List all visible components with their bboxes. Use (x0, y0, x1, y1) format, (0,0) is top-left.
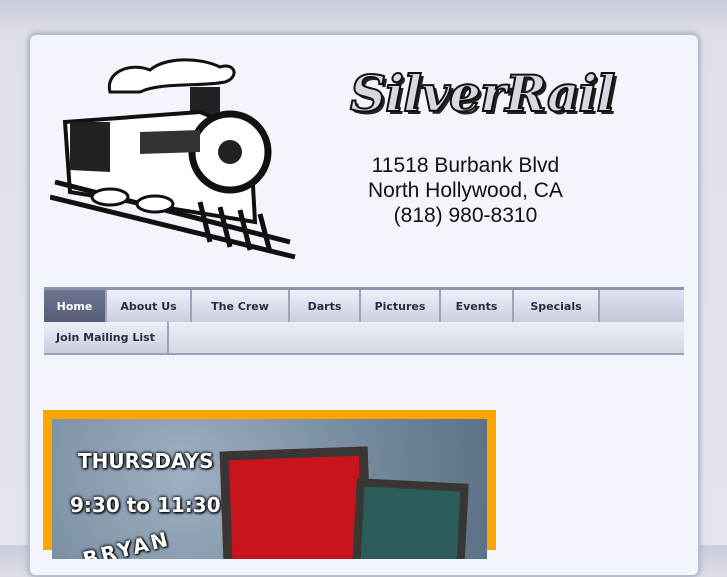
nav-specials[interactable]: Specials (514, 290, 600, 323)
performer-photo-2 (351, 478, 469, 559)
nav-home[interactable]: Home (44, 290, 107, 323)
nav-darts[interactable]: Darts (290, 290, 361, 323)
nav-events[interactable]: Events (441, 290, 514, 323)
main-nav: Home About Us The Crew Darts Pictures Ev… (44, 287, 684, 326)
address-city: North Hollywood, CA (368, 179, 563, 202)
nav-about-us[interactable]: About Us (107, 290, 192, 323)
site-logo: SilverRail (349, 63, 616, 124)
nav-the-crew[interactable]: The Crew (192, 290, 290, 323)
performer-photo (219, 446, 373, 559)
nav-join-mailing-list[interactable]: Join Mailing List (44, 322, 169, 353)
promo-name: BRYAN (80, 526, 173, 559)
promo-day: THURSDAYS (78, 449, 214, 473)
nav-row-2: Join Mailing List (44, 322, 684, 355)
train-logo-icon (50, 58, 296, 260)
address-phone: (818) 980-8310 (393, 204, 538, 227)
promo-time: 9:30 to 11:30 (70, 493, 221, 517)
nav-pictures[interactable]: Pictures (361, 290, 441, 323)
promo-image: THURSDAYS 9:30 to 11:30 BRYAN (52, 419, 487, 559)
address-street: 11518 Burbank Blvd (371, 154, 560, 177)
promo-banner[interactable]: THURSDAYS 9:30 to 11:30 BRYAN (43, 410, 496, 559)
address-block: 11518 Burbank Blvd North Hollywood, CA (… (368, 153, 563, 228)
